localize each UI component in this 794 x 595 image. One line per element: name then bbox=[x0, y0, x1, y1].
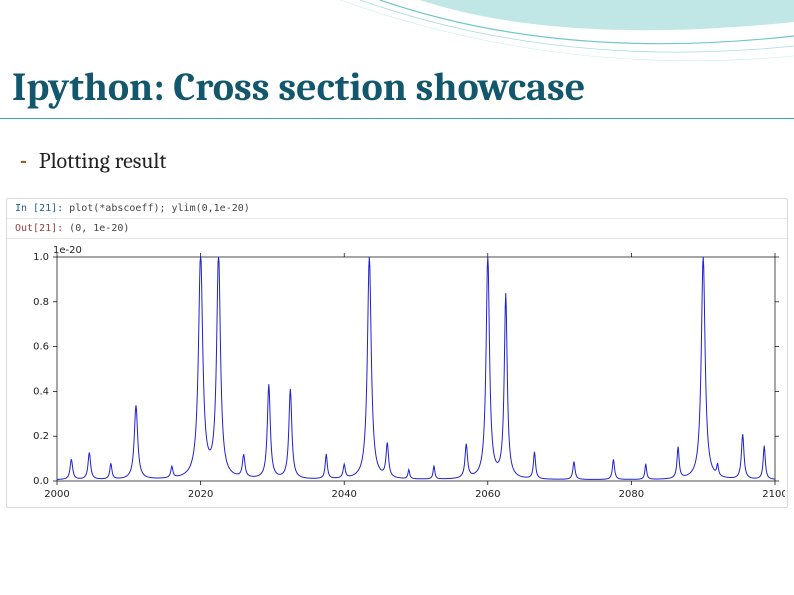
svg-text:2020: 2020 bbox=[188, 489, 213, 500]
svg-text:0.6: 0.6 bbox=[33, 342, 49, 353]
input-code: plot(*abscoeff); ylim(0,1e-20) bbox=[69, 203, 250, 214]
ipython-output-cell: Out[21]: (0, 1e-20) bbox=[7, 219, 787, 239]
svg-text:2080: 2080 bbox=[619, 489, 644, 500]
ipython-output-block: In [21]: plot(*abscoeff); ylim(0,1e-20) … bbox=[6, 198, 788, 508]
plot-svg: 0.00.20.40.60.81.01e-2020002020204020602… bbox=[11, 239, 785, 507]
svg-text:2000: 2000 bbox=[44, 489, 69, 500]
output-value: (0, 1e-20) bbox=[69, 223, 129, 234]
input-prompt: In [21]: bbox=[15, 203, 63, 214]
ipython-input-cell: In [21]: plot(*abscoeff); ylim(0,1e-20) bbox=[7, 199, 787, 219]
bullet-item: - Plotting result bbox=[20, 148, 167, 174]
svg-text:0.2: 0.2 bbox=[33, 431, 49, 442]
slide: Ipython: Cross section showcase - Plotti… bbox=[0, 0, 794, 595]
bullet-dash: - bbox=[20, 148, 34, 174]
svg-text:0.4: 0.4 bbox=[33, 386, 49, 397]
title-underline bbox=[0, 118, 794, 119]
output-prompt: Out[21]: bbox=[15, 223, 63, 234]
svg-text:2040: 2040 bbox=[331, 489, 356, 500]
matplotlib-plot: 0.00.20.40.60.81.01e-2020002020204020602… bbox=[11, 239, 785, 507]
svg-text:2100: 2100 bbox=[762, 489, 785, 500]
svg-text:0.8: 0.8 bbox=[33, 297, 49, 308]
svg-text:2060: 2060 bbox=[475, 489, 500, 500]
bullet-text: Plotting result bbox=[39, 148, 167, 174]
svg-text:0.0: 0.0 bbox=[33, 476, 49, 487]
svg-text:1.0: 1.0 bbox=[33, 252, 49, 263]
slide-title: Ipython: Cross section showcase bbox=[12, 64, 585, 110]
